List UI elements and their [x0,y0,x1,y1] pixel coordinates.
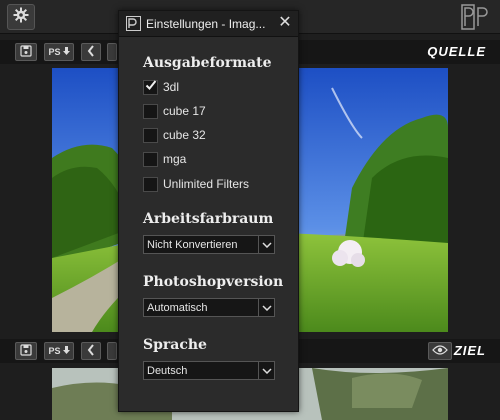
checkbox-cube-32[interactable]: cube 32 [143,126,206,144]
chevron-left-icon [87,344,95,358]
previous-button[interactable] [81,43,101,61]
output-formats-heading: Ausgabeformate [143,55,272,71]
checkbox-unlimited-filters[interactable]: Unlimited Filters [143,175,249,193]
preview-toggle-button[interactable] [428,342,452,360]
language-heading: Sprache [143,337,207,353]
save-icon [20,45,32,59]
dialog-title-bar[interactable]: Einstellungen - Imag... ✕ [119,11,298,37]
language-select[interactable]: Deutsch [143,361,275,380]
app-icon [126,16,141,31]
arrow-down-icon [62,346,70,356]
save-icon [20,344,32,358]
previous-target-button[interactable] [81,342,101,360]
p-logo-icon [460,4,490,30]
checkbox-label: Unlimited Filters [163,177,250,191]
select-value: Nicht Konvertieren [147,239,238,251]
photoshop-version-select[interactable]: Automatisch [143,298,275,317]
ps-import-target-button[interactable]: PS [44,342,74,360]
checkbox[interactable] [143,151,158,167]
chevron-down-icon[interactable] [258,299,274,316]
dialog-title: Einstellungen - Imag... [146,17,266,31]
checkbox[interactable] [143,78,158,96]
select-value: Deutsch [147,365,188,377]
close-icon: ✕ [278,14,292,31]
ps-import-source-button[interactable]: PS [44,43,74,61]
save-target-button[interactable] [15,342,37,360]
partial-toolbar-button[interactable] [107,43,117,61]
checkbox-cube-17[interactable]: cube 17 [143,102,206,120]
chevron-down-icon[interactable] [258,362,274,379]
ps-label: PS [48,346,61,356]
checkbox-label: 3dl [163,80,180,94]
checkmark-icon [145,78,157,96]
save-source-button[interactable] [15,43,37,61]
chevron-left-icon [87,45,95,59]
color-space-select[interactable]: Nicht Konvertieren [143,235,275,254]
settings-dialog: Einstellungen - Imag... ✕ Ausgabeformate… [118,10,299,412]
photoshop-version-heading: Photoshopversion [143,274,284,290]
chevron-down-icon[interactable] [258,236,274,253]
checkbox-label: cube 17 [163,104,206,118]
checkbox-label: cube 32 [163,128,206,142]
arrow-down-icon [62,47,70,57]
checkbox-label: mga [163,152,187,166]
checkbox[interactable] [143,176,158,192]
close-button[interactable]: ✕ [276,14,294,32]
checkbox[interactable] [143,103,158,119]
partial-toolbar-button[interactable] [107,342,117,360]
color-space-heading: Arbeitsfarbraum [143,211,274,227]
checkbox-3dl[interactable]: 3dl [143,78,179,96]
checkbox[interactable] [143,127,158,143]
eye-icon [432,342,448,360]
gear-icon [13,7,29,28]
app-window: PS QUELLE PS ZIEL Einstellungen - Imag..… [0,0,500,420]
source-panel-label: QUELLE [427,44,486,59]
settings-button[interactable] [7,4,35,30]
select-value: Automatisch [147,302,208,314]
checkbox-mga[interactable]: mga [143,150,186,168]
ps-label: PS [48,47,61,57]
target-panel-label: ZIEL [453,343,486,358]
